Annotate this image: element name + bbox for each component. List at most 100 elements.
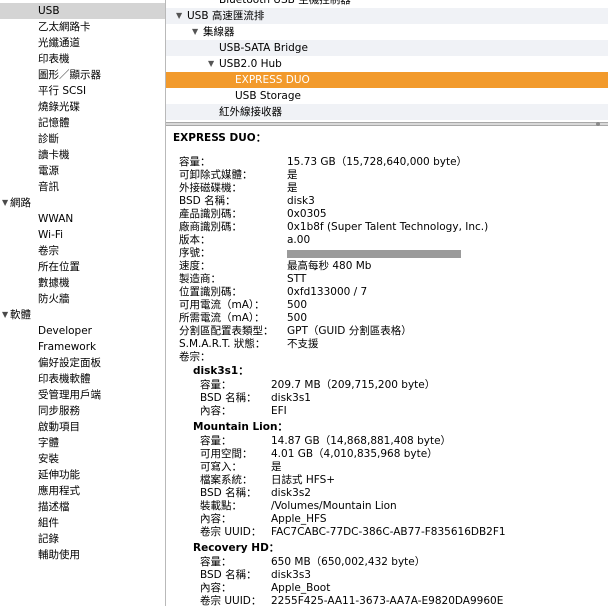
sidebar-item[interactable]: 診斷 <box>0 131 165 147</box>
sidebar-item[interactable]: 輔助使用 <box>0 547 165 563</box>
sidebar-item[interactable]: 記憶體 <box>0 115 165 131</box>
volume-property-label: BSD 名稱： <box>200 487 257 499</box>
property-label: 速度： <box>179 260 211 272</box>
volume-property-value: 650 MB（650,002,432 byte） <box>271 556 426 568</box>
volume-property-value: 日誌式 HFS+ <box>271 474 336 486</box>
sidebar-item[interactable]: Wi-Fi <box>0 227 165 243</box>
sidebar-item[interactable]: 圖形／顯示器 <box>0 67 165 83</box>
sidebar-item-label: 所在位置 <box>38 261 80 273</box>
sidebar-item-label: 卷宗 <box>38 245 59 257</box>
sidebar-item[interactable]: 讀卡機 <box>0 147 165 163</box>
tree-row-label: USB-SATA Bridge <box>219 42 308 54</box>
tree-row[interactable]: ▼ 集線器 <box>166 24 608 40</box>
disclosure-triangle-icon[interactable]: ▼ <box>192 24 198 40</box>
volume-property-label: BSD 名稱： <box>200 392 257 404</box>
sidebar-item-label: 受管理用戶端 <box>38 389 101 401</box>
tree-row-label: USB 高速匯流排 <box>187 10 265 22</box>
sidebar-item-label: 網路 <box>10 197 31 209</box>
volumes-label: 卷宗： <box>179 351 211 363</box>
sidebar-item[interactable]: 應用程式 <box>0 483 165 499</box>
sidebar-item-label: 應用程式 <box>38 485 80 497</box>
sidebar-item[interactable]: 受管理用戶端 <box>0 387 165 403</box>
sidebar-item[interactable]: 防火牆 <box>0 291 165 307</box>
sidebar-item[interactable]: 燒錄光碟 <box>0 99 165 115</box>
volume-property-label: BSD 名稱： <box>200 569 257 581</box>
redacted-value <box>287 250 461 258</box>
sidebar-item[interactable]: Developer <box>0 323 165 339</box>
property-value: 不支援 <box>287 338 319 350</box>
sidebar-item[interactable]: 同步服務 <box>0 403 165 419</box>
sidebar-item[interactable]: 偏好設定面板 <box>0 355 165 371</box>
volume-property-value: 14.87 GB（14,868,881,408 byte） <box>271 435 452 447</box>
sidebar-item-label: Developer <box>38 325 93 337</box>
sidebar-item[interactable]: 組件 <box>0 515 165 531</box>
property-value: GPT（GUID 分割區表格） <box>287 325 412 337</box>
volume-property-label: 可寫入： <box>200 461 242 473</box>
sidebar-item-label: 延伸功能 <box>38 469 80 481</box>
property-label: 產品識別碼： <box>179 208 242 220</box>
disclosure-triangle-icon[interactable]: ▼ <box>2 195 8 211</box>
sidebar-item[interactable]: 延伸功能 <box>0 467 165 483</box>
disclosure-triangle-icon[interactable]: ▼ <box>176 8 182 24</box>
sidebar-item[interactable]: 所在位置 <box>0 259 165 275</box>
property-value: disk3 <box>287 195 315 207</box>
detail-title: EXPRESS DUO： <box>173 132 267 144</box>
sidebar-item-label: 記憶體 <box>38 117 70 129</box>
sidebar-item-label: 讀卡機 <box>38 149 70 161</box>
volume-property-label: 檔案系統： <box>200 474 253 486</box>
sidebar-item[interactable]: 描述檔 <box>0 499 165 515</box>
tree-row[interactable]: 紅外線接收器 <box>166 104 608 120</box>
property-value: 0xfd133000 / 7 <box>287 286 368 298</box>
sidebar-item[interactable]: Framework <box>0 339 165 355</box>
tree-row[interactable]: ▼ USB2.0 Hub <box>166 56 608 72</box>
property-label: S.M.A.R.T. 狀態： <box>179 338 266 350</box>
sidebar-item[interactable]: 記錄 <box>0 531 165 547</box>
tree-row[interactable]: USB-SATA Bridge <box>166 40 608 56</box>
sidebar-group-header[interactable]: ▼ 軟體 <box>0 307 165 323</box>
sidebar-item[interactable]: 印表機軟體 <box>0 371 165 387</box>
sidebar-item[interactable]: 印表機 <box>0 51 165 67</box>
sidebar-item[interactable]: 字體 <box>0 435 165 451</box>
sidebar-item[interactable]: USB <box>0 3 165 19</box>
sidebar-item[interactable]: 卷宗 <box>0 243 165 259</box>
tree-row-label: 集線器 <box>203 26 235 38</box>
sidebar-item[interactable]: 平行 SCSI <box>0 83 165 99</box>
property-value: 最高每秒 480 Mb <box>287 260 372 272</box>
sidebar-item[interactable]: 電源 <box>0 163 165 179</box>
volume-property-label: 裝載點： <box>200 500 242 512</box>
sidebar-item-label: 啟動項目 <box>38 421 80 433</box>
sidebar-item-label: 圖形／顯示器 <box>38 69 101 81</box>
volume-property-value: 209.7 MB（209,715,200 byte） <box>271 379 436 391</box>
sidebar-item[interactable]: 音訊 <box>0 179 165 195</box>
volume-property-label: 容量： <box>200 435 232 447</box>
sidebar-item-label: 安裝 <box>38 453 59 465</box>
tree-row[interactable]: EXPRESS DUO <box>166 72 608 88</box>
sidebar-item[interactable]: 啟動項目 <box>0 419 165 435</box>
tree-row[interactable]: USB Storage <box>166 88 608 104</box>
sidebar-group-header[interactable]: ▼ 網路 <box>0 195 165 211</box>
property-label: 所需電流（mA）： <box>179 312 265 324</box>
disclosure-triangle-icon[interactable]: ▼ <box>208 56 214 72</box>
sidebar-item-label: 描述檔 <box>38 501 70 513</box>
sidebar-item-label: 音訊 <box>38 181 59 193</box>
sidebar-item[interactable]: 安裝 <box>0 451 165 467</box>
tree-row-label: USB2.0 Hub <box>219 58 282 70</box>
sidebar-item[interactable]: 數據機 <box>0 275 165 291</box>
sidebar-item[interactable]: WWAN <box>0 211 165 227</box>
property-value: 15.73 GB（15,728,640,000 byte） <box>287 156 468 168</box>
volume-property-label: 卷宗 UUID： <box>200 526 262 538</box>
sidebar-item[interactable]: 光纖通道 <box>0 35 165 51</box>
property-value: 0x1b8f (Super Talent Technology, Inc.) <box>287 221 489 233</box>
property-label: 可卸除式媒體： <box>179 169 253 181</box>
tree-row[interactable]: Bluetooth USB 主機控制器 <box>166 0 608 8</box>
sidebar: USB 乙太網路卡 光纖通道 印表機圖形／顯示器平行 SCSI 燒錄光碟記憶體診斷讀卡機… <box>0 0 166 606</box>
property-value: 是 <box>287 169 298 181</box>
sidebar-item[interactable]: 乙太網路卡 <box>0 19 165 35</box>
disclosure-triangle-icon[interactable]: ▼ <box>2 307 8 323</box>
property-label: 分割區配置表類型： <box>179 325 274 337</box>
volume-property-label: 內容： <box>200 405 232 417</box>
tree-row[interactable]: ▼ USB 高速匯流排 <box>166 8 608 24</box>
sidebar-item-label: 電源 <box>38 165 59 177</box>
sidebar-item-label: Framework <box>38 341 97 353</box>
volume-property-value: 是 <box>271 461 282 473</box>
